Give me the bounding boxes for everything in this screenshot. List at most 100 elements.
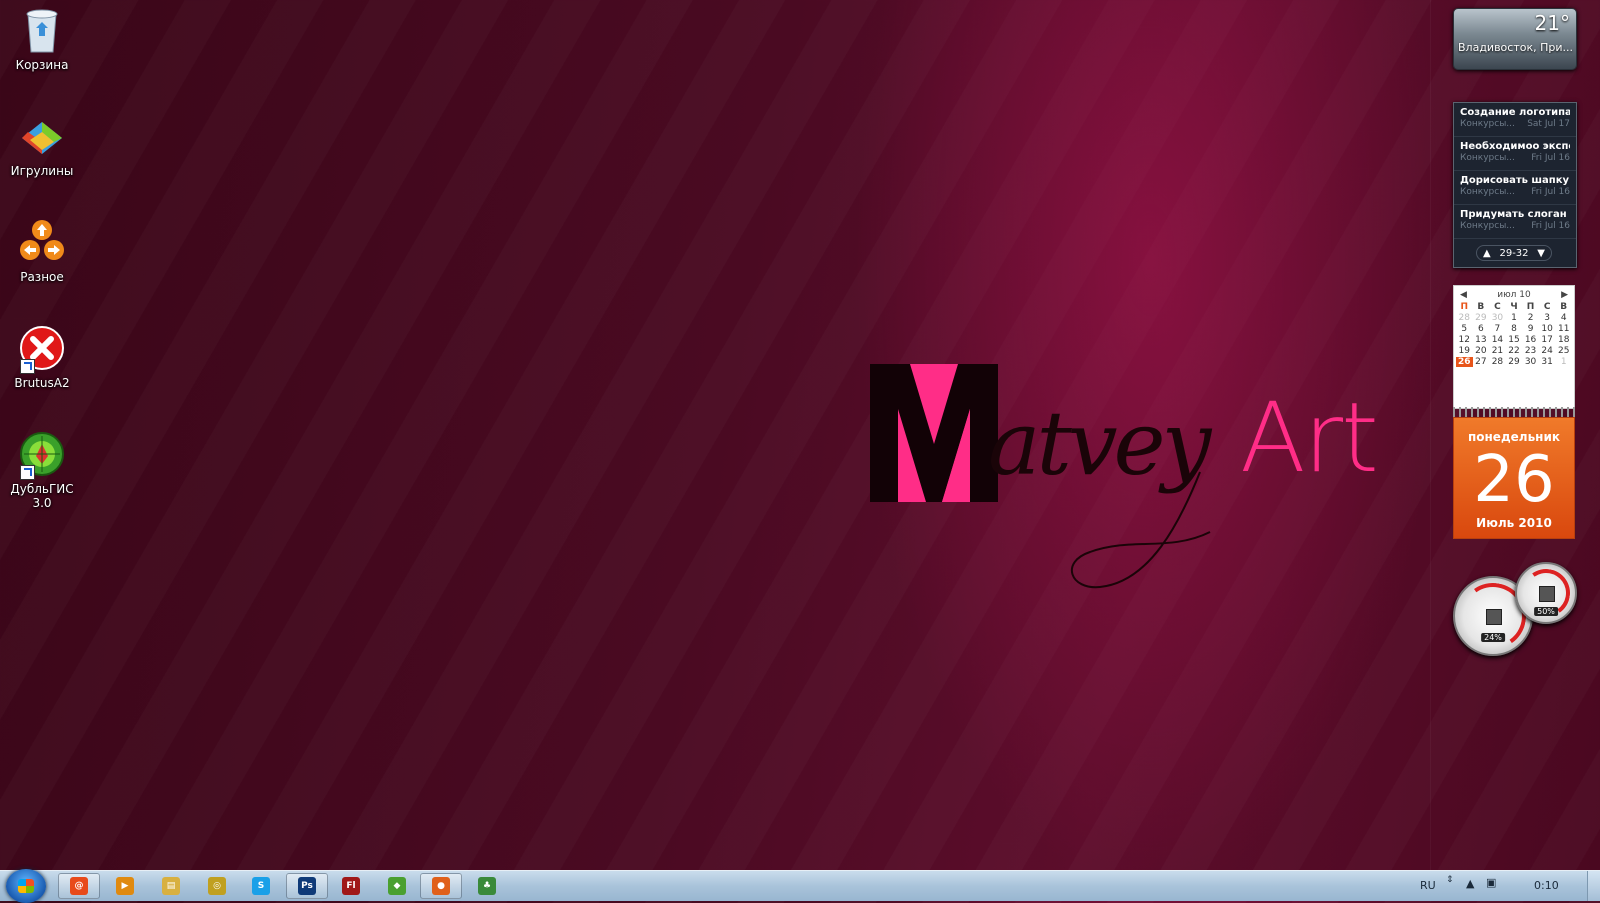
taskbar: @ ▶ ▤ ◎ S Ps Fl ◆ ● ♣ RU ⇕ ▲ ▣ 0:10 <box>0 869 1600 903</box>
calendar-date-cell[interactable]: 23 <box>1522 346 1539 356</box>
feed-prev-arrow-icon[interactable]: ▲ <box>1483 248 1491 259</box>
firefox-icon: ● <box>432 877 450 895</box>
calendar-date-cell[interactable]: 31 <box>1539 357 1556 367</box>
calendar-date-cell[interactable]: 10 <box>1539 324 1556 334</box>
calendar-date-cell[interactable]: 28 <box>1489 357 1506 367</box>
show-desktop-button[interactable] <box>1587 871 1600 901</box>
desktop-icon-brutusa2[interactable]: BrutusA2 <box>0 324 84 390</box>
taskbar-button[interactable]: ◎ <box>196 873 238 899</box>
desktop-icon-label: BrutusA2 <box>14 376 70 390</box>
calendar-date-cell[interactable]: 5 <box>1456 324 1473 334</box>
language-indicator[interactable]: RU <box>1420 879 1436 892</box>
calendar-date-cell[interactable]: 2 <box>1522 313 1539 323</box>
calendar-date-cell[interactable]: 19 <box>1456 346 1473 356</box>
utility-icon: ♣ <box>478 877 496 895</box>
cpu-chip-icon <box>1486 609 1502 625</box>
feed-item-title: Дорисовать шапку ... <box>1460 175 1570 186</box>
calendar-date-cell[interactable]: 11 <box>1555 324 1572 334</box>
calendar-date-cell[interactable]: 17 <box>1539 335 1556 345</box>
taskbar-button[interactable]: ◆ <box>376 873 418 899</box>
calendar-date-cell[interactable]: 25 <box>1555 346 1572 356</box>
feed-item-source: Конкурсы... <box>1460 221 1515 231</box>
feed-item-title: Придумать слоган <box>1460 209 1567 220</box>
network-tray-icon[interactable]: ▣ <box>1486 876 1496 889</box>
desktop-icon-raznoe[interactable]: Разное <box>0 218 84 284</box>
calendar-date-cell[interactable]: 1 <box>1506 313 1523 323</box>
clock[interactable]: 0:10 <box>1534 879 1559 892</box>
calendar-day-view: понедельник 26 Июль 2010 <box>1453 417 1575 539</box>
calendar-date-cell[interactable]: 7 <box>1489 324 1506 334</box>
calendar-date-cell[interactable]: 30 <box>1489 313 1506 323</box>
calendar-prev-icon[interactable]: ◀ <box>1460 290 1467 300</box>
calendar-date-cell[interactable]: 6 <box>1473 324 1490 334</box>
show-hidden-icons-icon[interactable]: ▲ <box>1466 877 1474 890</box>
feed-headlines-gadget[interactable]: Создание логотипа ... Конкурсы... Sat Jul… <box>1453 102 1577 268</box>
calendar-date-cell[interactable]: 13 <box>1473 335 1490 345</box>
calendar-date-cell[interactable]: 30 <box>1522 357 1539 367</box>
calendar-date-cell[interactable]: 24 <box>1539 346 1556 356</box>
desktop-icon-recycle-bin[interactable]: Корзина <box>0 6 84 72</box>
calendar-grid: П В С Ч П С В 28 29 30 1 2 3 4 5 6 7 8 9 10 11 12 13 14 15 16 17 18… <box>1454 302 1574 367</box>
recycle-bin-icon <box>18 6 66 54</box>
desktop-icon-dublgis[interactable]: ДубльГИС 3.0 <box>0 430 84 510</box>
calendar-date-cell[interactable]: 9 <box>1522 324 1539 334</box>
calendar-date-cell[interactable]: 20 <box>1473 346 1490 356</box>
calendar-date-cell[interactable]: 8 <box>1506 324 1523 334</box>
shortcut-arrow-icon <box>20 465 35 480</box>
feed-next-arrow-icon[interactable]: ▼ <box>1537 248 1545 259</box>
calendar-date-cell[interactable]: 22 <box>1506 346 1523 356</box>
calendar-date-cell[interactable]: 29 <box>1506 357 1523 367</box>
calendar-date-cell[interactable]: 26 <box>1456 357 1473 367</box>
taskbar-button[interactable]: @ <box>58 873 100 899</box>
language-bar-icon[interactable]: ⇕ <box>1446 875 1454 885</box>
logo-swash <box>1070 471 1211 589</box>
taskbar-button[interactable]: ▶ <box>104 873 146 899</box>
feed-item[interactable]: Необходимоо экспе... Конкурсы... Fri Jul … <box>1454 137 1576 171</box>
taskbar-button[interactable]: Ps <box>286 873 328 899</box>
taskbar-button[interactable]: S <box>240 873 282 899</box>
taskbar-button[interactable]: ● <box>420 873 462 899</box>
calendar-date-cell[interactable]: 12 <box>1456 335 1473 345</box>
photoshop-icon: Ps <box>298 877 316 895</box>
weather-gadget[interactable]: 21° Владивосток, При... <box>1453 8 1577 70</box>
calendar-date-cell[interactable]: 28 <box>1456 313 1473 323</box>
skype-icon: S <box>252 877 270 895</box>
cpu-usage: 24% <box>1481 633 1505 642</box>
calendar-date-cell[interactable]: 21 <box>1489 346 1506 356</box>
feed-item[interactable]: Создание логотипа ... Конкурсы... Sat Jul… <box>1454 103 1576 137</box>
calendar-month-view: ◀ июл 10 ▶ П В С Ч П С В 28 29 30 1 2 3 4 5 6 7 8 9 10 11 12 1… <box>1453 285 1575 409</box>
ram-dial: 50% <box>1515 562 1577 624</box>
feed-item-source: Конкурсы... <box>1460 153 1515 163</box>
desktop-icon-igruliny[interactable]: Игрулины <box>0 112 84 178</box>
taskbar-button[interactable]: ♣ <box>466 873 508 899</box>
calendar-date-cell[interactable]: 4 <box>1555 313 1572 323</box>
calendar-next-icon[interactable]: ▶ <box>1561 290 1568 300</box>
start-button[interactable] <box>6 869 46 903</box>
feed-item-source: Конкурсы... <box>1460 187 1515 197</box>
cpu-meter-gadget[interactable]: 24% 50% <box>1453 562 1583 658</box>
feed-item-title: Необходимоо экспе... <box>1460 141 1570 152</box>
desktop-icon-label: Корзина <box>15 58 69 72</box>
taskbar-button[interactable]: ▤ <box>150 873 192 899</box>
mail-agent-icon: @ <box>70 877 88 895</box>
calendar-date-cell[interactable]: 18 <box>1555 335 1572 345</box>
calendar-day-number: 26 <box>1473 443 1555 517</box>
feed-item-date: Fri Jul 16 <box>1531 221 1570 231</box>
media-player-icon: ▶ <box>116 877 134 895</box>
map-icon: ◆ <box>388 877 406 895</box>
calendar-gadget[interactable]: ◀ июл 10 ▶ П В С Ч П С В 28 29 30 1 2 3 4 5 6 7 8 9 10 11 12 1… <box>1453 285 1575 543</box>
calendar-date-cell[interactable]: 27 <box>1473 357 1490 367</box>
ram-usage: 50% <box>1534 607 1558 616</box>
feed-item[interactable]: Дорисовать шапку ... Конкурсы... Fri Jul … <box>1454 171 1576 205</box>
calendar-date-cell[interactable]: 14 <box>1489 335 1506 345</box>
taskbar-button[interactable]: Fl <box>330 873 372 899</box>
calendar-date-cell[interactable]: 29 <box>1473 313 1490 323</box>
calendar-date-cell[interactable]: 16 <box>1522 335 1539 345</box>
feed-pager: ▲ 29-32 ▼ <box>1476 245 1552 261</box>
feed-item-source: Конкурсы... <box>1460 119 1515 129</box>
calendar-date-cell[interactable]: 15 <box>1506 335 1523 345</box>
wallpaper-logo: atvey Art <box>870 352 1379 602</box>
feed-item[interactable]: Придумать слоган Конкурсы... Fri Jul 16 <box>1454 205 1576 239</box>
calendar-date-cell[interactable]: 1 <box>1555 357 1572 367</box>
calendar-date-cell[interactable]: 3 <box>1539 313 1556 323</box>
